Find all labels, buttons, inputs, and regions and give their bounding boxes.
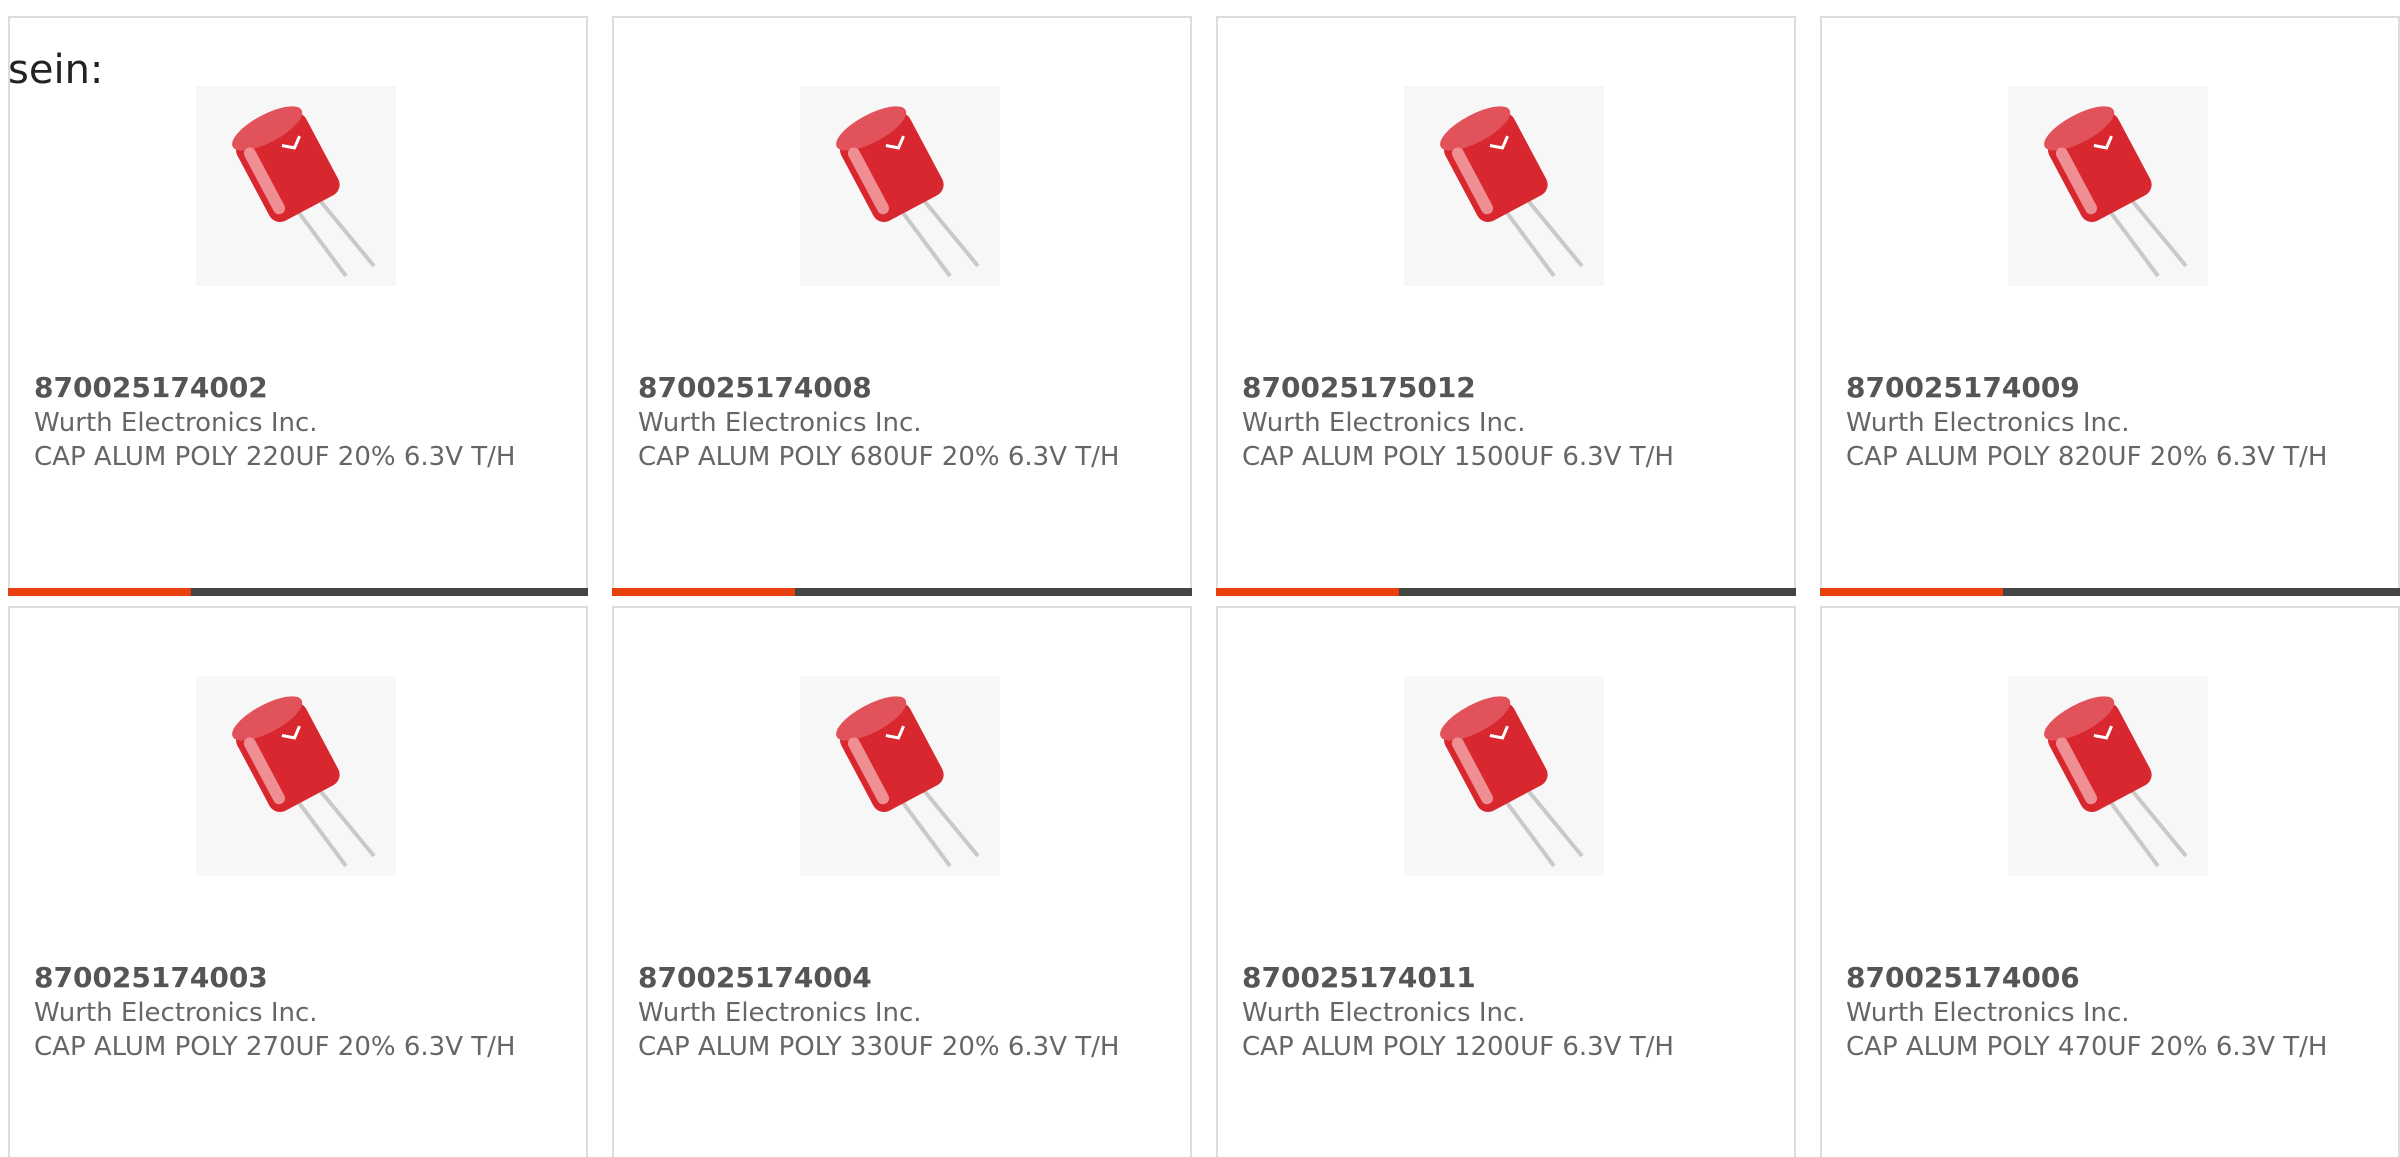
card-bottom-bar (1820, 588, 2400, 596)
manufacturer: Wurth Electronics Inc. (638, 408, 922, 438)
capacitor-icon (232, 106, 376, 278)
card-bottom-bar (612, 588, 1192, 596)
product-image[interactable] (1404, 676, 1604, 876)
manufacturer: Wurth Electronics Inc. (1242, 408, 1526, 438)
card-bar-accent (1820, 588, 2003, 596)
product-image[interactable] (1404, 86, 1604, 286)
description: CAP ALUM POLY 270UF 20% 6.3V T/H (34, 1032, 516, 1062)
part-number[interactable]: 870025174006 (1846, 960, 2374, 996)
part-number[interactable]: 870025174004 (638, 960, 1166, 996)
product-image[interactable] (196, 676, 396, 876)
product-image[interactable] (2008, 86, 2208, 286)
product-grid-page: sein: 870025174002 Wurth Electronics Inc… (0, 0, 2400, 1157)
part-number[interactable]: 870025174009 (1846, 370, 2374, 406)
capacitor-icon (836, 696, 980, 868)
product-info: 870025174009 Wurth Electronics Inc. CAP … (1846, 370, 2374, 474)
part-number[interactable]: 870025174003 (34, 960, 562, 996)
manufacturer: Wurth Electronics Inc. (34, 998, 318, 1028)
product-card[interactable]: 870025175012 Wurth Electronics Inc. CAP … (1216, 16, 1796, 596)
product-info: 870025174003 Wurth Electronics Inc. CAP … (34, 960, 562, 1064)
product-image[interactable] (800, 86, 1000, 286)
product-card[interactable]: 870025174002 Wurth Electronics Inc. CAP … (8, 16, 588, 596)
product-card[interactable]: 870025174008 Wurth Electronics Inc. CAP … (612, 16, 1192, 596)
manufacturer: Wurth Electronics Inc. (638, 998, 922, 1028)
capacitor-icon (1440, 696, 1584, 868)
product-image[interactable] (2008, 676, 2208, 876)
description: CAP ALUM POLY 680UF 20% 6.3V T/H (638, 442, 1120, 472)
capacitor-icon (2044, 696, 2188, 868)
product-card[interactable]: 870025174009 Wurth Electronics Inc. CAP … (1820, 16, 2400, 596)
manufacturer: Wurth Electronics Inc. (1242, 998, 1526, 1028)
product-card[interactable]: 870025174011 Wurth Electronics Inc. CAP … (1216, 606, 1796, 1157)
manufacturer: Wurth Electronics Inc. (1846, 998, 2130, 1028)
product-card[interactable]: 870025174004 Wurth Electronics Inc. CAP … (612, 606, 1192, 1157)
product-info: 870025174004 Wurth Electronics Inc. CAP … (638, 960, 1166, 1064)
card-bottom-bar (1216, 588, 1796, 596)
intro-text: sein: (8, 47, 104, 93)
product-info: 870025174011 Wurth Electronics Inc. CAP … (1242, 960, 1770, 1064)
part-number[interactable]: 870025175012 (1242, 370, 1770, 406)
card-bar-accent (1216, 588, 1399, 596)
part-number[interactable]: 870025174011 (1242, 960, 1770, 996)
product-info: 870025174008 Wurth Electronics Inc. CAP … (638, 370, 1166, 474)
product-image[interactable] (196, 86, 396, 286)
description: CAP ALUM POLY 330UF 20% 6.3V T/H (638, 1032, 1120, 1062)
product-info: 870025174006 Wurth Electronics Inc. CAP … (1846, 960, 2374, 1064)
capacitor-icon (2044, 106, 2188, 278)
description: CAP ALUM POLY 820UF 20% 6.3V T/H (1846, 442, 2328, 472)
description: CAP ALUM POLY 1200UF 6.3V T/H (1242, 1032, 1674, 1062)
manufacturer: Wurth Electronics Inc. (34, 408, 318, 438)
manufacturer: Wurth Electronics Inc. (1846, 408, 2130, 438)
product-grid: 870025174002 Wurth Electronics Inc. CAP … (0, 0, 2400, 1157)
capacitor-icon (836, 106, 980, 278)
product-image[interactable] (800, 676, 1000, 876)
card-bar-accent (8, 588, 191, 596)
card-bar-accent (612, 588, 795, 596)
part-number[interactable]: 870025174008 (638, 370, 1166, 406)
product-info: 870025175012 Wurth Electronics Inc. CAP … (1242, 370, 1770, 474)
part-number[interactable]: 870025174002 (34, 370, 562, 406)
description: CAP ALUM POLY 220UF 20% 6.3V T/H (34, 442, 516, 472)
product-info: 870025174002 Wurth Electronics Inc. CAP … (34, 370, 562, 474)
capacitor-icon (1440, 106, 1584, 278)
product-card[interactable]: 870025174006 Wurth Electronics Inc. CAP … (1820, 606, 2400, 1157)
capacitor-icon (232, 696, 376, 868)
product-card[interactable]: 870025174003 Wurth Electronics Inc. CAP … (8, 606, 588, 1157)
description: CAP ALUM POLY 470UF 20% 6.3V T/H (1846, 1032, 2328, 1062)
card-bottom-bar (8, 588, 588, 596)
description: CAP ALUM POLY 1500UF 6.3V T/H (1242, 442, 1674, 472)
